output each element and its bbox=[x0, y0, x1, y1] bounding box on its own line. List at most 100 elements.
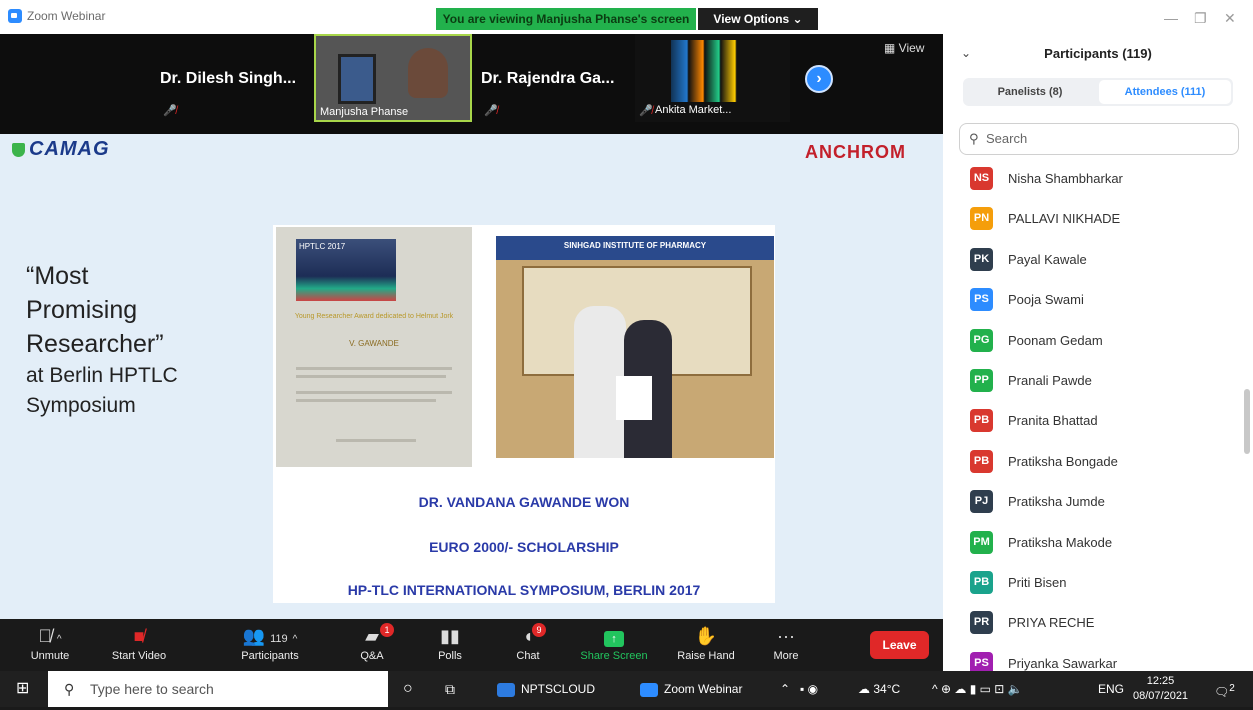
participant-search-input[interactable]: ⚲ Search bbox=[959, 123, 1239, 155]
slide-line: Researcher” bbox=[26, 330, 164, 358]
next-page-button[interactable]: › bbox=[805, 65, 833, 93]
taskbar-clock[interactable]: 12:25 08/07/2021 bbox=[1133, 674, 1188, 704]
raise-hand-button[interactable]: ✋ Raise Hand bbox=[672, 622, 740, 668]
tray-icons[interactable]: ▪ ◉ bbox=[800, 671, 818, 707]
video-tile-dilesh[interactable]: Dr. Dilesh Singh... 🎤̸ bbox=[155, 34, 313, 122]
tile-name: Dr. Rajendra Ga... bbox=[481, 70, 615, 87]
avatar: PK bbox=[970, 247, 993, 271]
video-tile-manjusha[interactable]: Manjusha Phanse bbox=[314, 34, 472, 122]
slide-line: at Berlin HPTLC bbox=[26, 364, 178, 387]
participant-item[interactable]: NS Nisha Shambharkar bbox=[943, 160, 1243, 200]
participant-item[interactable]: PR PRIYA RECHE bbox=[943, 604, 1243, 644]
tile-name: Dr. Dilesh Singh... bbox=[160, 70, 297, 87]
avatar: PP bbox=[970, 368, 993, 392]
avatar: PN bbox=[970, 207, 993, 231]
participant-name: Pranali Pawde bbox=[1008, 372, 1092, 388]
view-options-button[interactable]: View Options ⌄ bbox=[698, 8, 818, 30]
participant-item[interactable]: PJ Pratiksha Jumde bbox=[943, 483, 1243, 523]
task-view-icon[interactable]: ⧉ bbox=[445, 671, 455, 707]
tab-panelists[interactable]: Panelists (8) bbox=[965, 80, 1095, 104]
participant-item[interactable]: PM Pratiksha Makode bbox=[943, 524, 1243, 564]
participant-name: Pranita Bhattad bbox=[1008, 413, 1098, 429]
participant-name: Pratiksha Jumde bbox=[1008, 494, 1105, 510]
polls-button[interactable]: ▮▮ Polls bbox=[430, 622, 470, 668]
unmute-button[interactable]: 🎙̸ ^ Unmute bbox=[24, 622, 76, 668]
panel-title: Participants (119) bbox=[1044, 46, 1152, 61]
search-placeholder: Search bbox=[986, 131, 1028, 146]
viewing-screen-banner: You are viewing Manjusha Phanse's screen bbox=[436, 8, 696, 30]
slide-caption: HP-TLC INTERNATIONAL SYMPOSIUM, BERLIN 2… bbox=[347, 582, 701, 598]
share-screen-icon: ↑ bbox=[604, 631, 624, 647]
tab-attendees[interactable]: Attendees (111) bbox=[1099, 80, 1231, 104]
qa-button[interactable]: ▰ 1 Q&A bbox=[352, 622, 394, 668]
language-indicator[interactable]: ENG bbox=[1098, 671, 1124, 707]
tile-name: Ankita Market... bbox=[655, 104, 732, 116]
windows-start-icon[interactable]: ⊞ bbox=[16, 671, 29, 707]
search-icon: ⚲ bbox=[969, 131, 979, 146]
participants-icon: 👥 bbox=[242, 626, 266, 646]
taskbar-app-zoom[interactable]: Zoom Webinar bbox=[640, 671, 742, 707]
zoom-logo-icon bbox=[8, 9, 22, 23]
search-icon: ⚲ bbox=[64, 681, 75, 697]
system-tray-icons[interactable]: ^ ⊕ ☁ ▮ ▭ ⊡ 🔈 bbox=[932, 671, 1023, 707]
start-video-button[interactable]: ■̸ Start Video bbox=[104, 622, 174, 668]
avatar: PG bbox=[970, 328, 993, 352]
photo-banner: SINHGAD INSTITUTE OF PHARMACY bbox=[496, 236, 774, 260]
avatar: PB bbox=[970, 409, 993, 433]
participant-item[interactable]: PG Poonam Gedam bbox=[943, 322, 1243, 362]
notification-center-icon[interactable]: 🗨2 bbox=[1214, 671, 1235, 707]
certificate-header: HPTLC 2017 bbox=[296, 239, 396, 301]
mic-muted-icon: 🎙̸ ^ bbox=[38, 626, 62, 646]
video-tile-ankita[interactable]: 🎤̸ Ankita Market... bbox=[635, 34, 790, 122]
camag-logo: CAMAG bbox=[12, 138, 110, 161]
chat-button[interactable]: ◖ 9 Chat bbox=[508, 622, 548, 668]
more-button[interactable]: ··· More bbox=[766, 622, 806, 668]
mic-muted-icon: 🎤̸ bbox=[484, 105, 498, 117]
slide-line: Promising bbox=[26, 296, 138, 324]
weather-widget[interactable]: ☁ 34°C bbox=[858, 671, 900, 707]
certificate-image: HPTLC 2017 Young Researcher Award dedica… bbox=[276, 227, 472, 467]
slide-panel: HPTLC 2017 Young Researcher Award dedica… bbox=[273, 225, 775, 603]
taskbar-search-input[interactable]: ⚲ Type here to search bbox=[48, 671, 388, 707]
anchrom-logo: ANCHROM bbox=[805, 142, 906, 162]
shared-screen-preview bbox=[671, 40, 751, 102]
shared-screen: CAMAG ANCHROM “Most Promising Researcher… bbox=[0, 134, 943, 619]
zoom-app-icon bbox=[640, 682, 658, 697]
raise-hand-icon: ✋ bbox=[694, 626, 718, 646]
participant-name: PRIYA RECHE bbox=[1008, 615, 1095, 631]
weather-icon: ☁ bbox=[858, 682, 870, 696]
leave-button[interactable]: Leave bbox=[870, 631, 929, 659]
close-icon[interactable]: ✕ bbox=[1224, 10, 1236, 27]
chat-badge: 9 bbox=[532, 623, 546, 637]
participant-item[interactable]: PP Pranali Pawde bbox=[943, 362, 1243, 402]
cortana-icon[interactable]: ○ bbox=[403, 671, 413, 707]
participant-item[interactable]: PS Pooja Swami bbox=[943, 281, 1243, 321]
tile-name: Manjusha Phanse bbox=[320, 106, 409, 118]
participant-name: Payal Kawale bbox=[1008, 251, 1087, 267]
participant-item[interactable]: PK Payal Kawale bbox=[943, 241, 1243, 281]
view-button[interactable]: ▦ View bbox=[884, 41, 924, 55]
participant-item[interactable]: PB Pranita Bhattad bbox=[943, 402, 1243, 442]
minimize-icon[interactable]: — bbox=[1164, 10, 1178, 26]
tray-expand-icon[interactable]: ⌃ bbox=[780, 671, 790, 707]
slide-line: “Most bbox=[26, 262, 89, 290]
participant-item[interactable]: PB Pratiksha Bongade bbox=[943, 443, 1243, 483]
participant-name: Poonam Gedam bbox=[1008, 332, 1103, 348]
certificate-held bbox=[616, 376, 652, 420]
share-screen-button[interactable]: ↑ Share Screen bbox=[576, 622, 652, 668]
avatar: NS bbox=[970, 167, 993, 190]
mic-muted-icon: 🎤̸ bbox=[639, 105, 653, 117]
video-thumbnail-strip: Dr. Dilesh Singh... 🎤̸ Manjusha Phanse D… bbox=[0, 34, 943, 134]
participants-button[interactable]: 👥 119 ^ Participants bbox=[232, 622, 308, 668]
video-tile-rajendra[interactable]: Dr. Rajendra Ga... 🎤̸ bbox=[476, 34, 634, 122]
participant-item[interactable]: PN PALLAVI NIKHADE bbox=[943, 200, 1243, 240]
restore-icon[interactable]: ❐ bbox=[1194, 10, 1207, 27]
clock-time: 12:25 bbox=[1146, 675, 1175, 687]
view-label: View bbox=[898, 41, 925, 55]
participant-name: Priti Bisen bbox=[1008, 574, 1067, 590]
shield-icon bbox=[12, 142, 25, 157]
app-title: Zoom Webinar bbox=[8, 9, 105, 23]
participant-item[interactable]: PB Priti Bisen bbox=[943, 564, 1243, 604]
scrollbar[interactable] bbox=[1244, 389, 1250, 454]
taskbar-app-nptscloud[interactable]: NPTSCLOUD bbox=[497, 671, 595, 707]
